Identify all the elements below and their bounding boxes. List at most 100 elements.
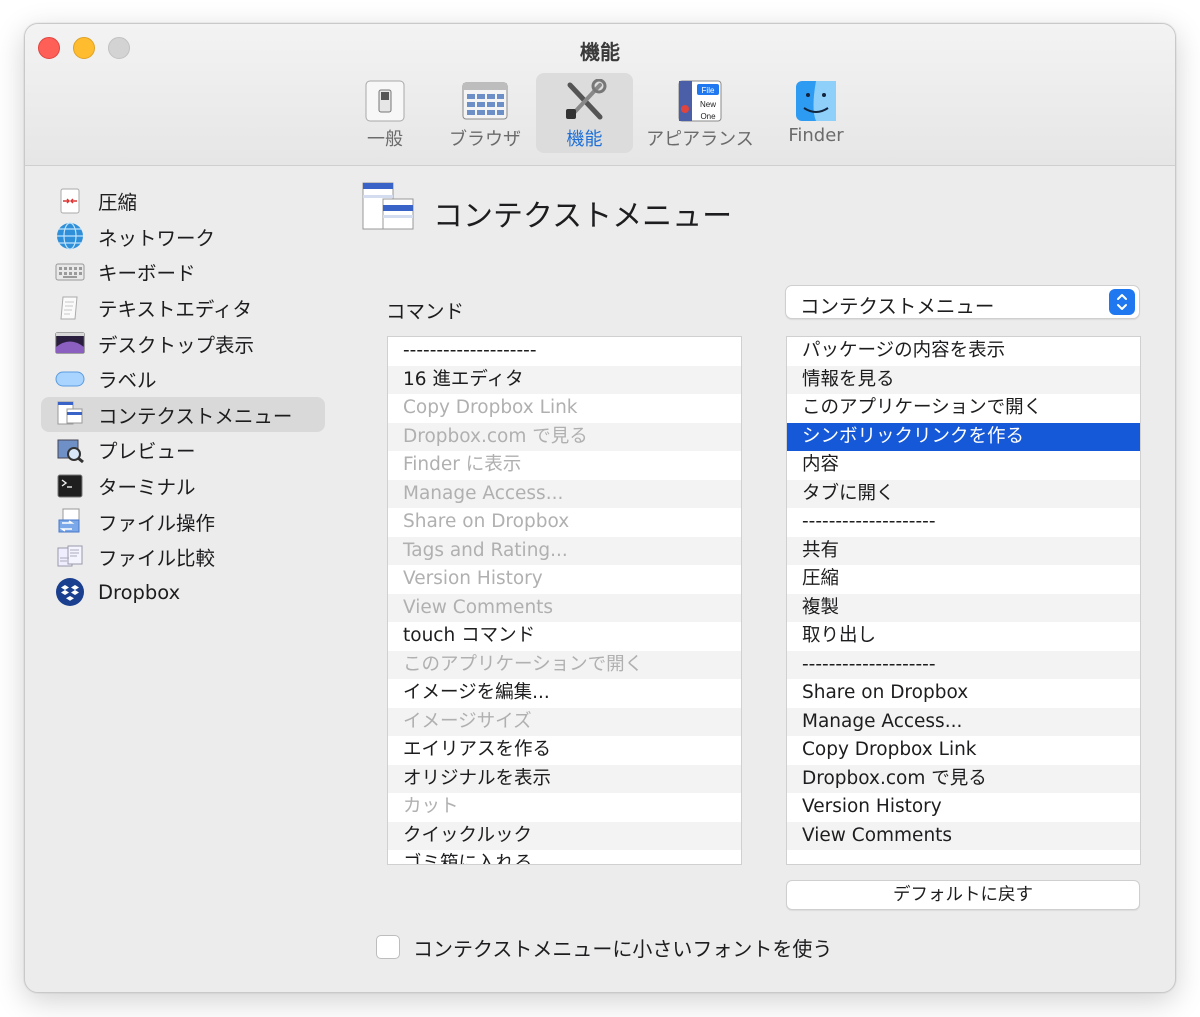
menu-items-list[interactable]: パッケージの内容を表示 情報を見る このアプリケーションで開く シンボリックリンクを作… — [786, 336, 1141, 865]
tools-icon — [562, 78, 608, 123]
reset-to-default-button[interactable]: デフォルトに戻す — [786, 880, 1140, 910]
terminal-icon — [55, 472, 85, 500]
sidebar-item-label: デスクトップ表示 — [98, 333, 255, 357]
sidebar-item-label: ラベル — [98, 369, 157, 393]
tab-appearance-label: アピアランス — [646, 129, 754, 150]
menu-select-value: コンテクストメニュー — [800, 295, 995, 318]
tab-appearance[interactable]: File New One アピアランス — [645, 73, 755, 153]
sidebar-item-dropbox[interactable]: Dropbox — [41, 575, 325, 611]
small-font-checkbox[interactable] — [376, 935, 400, 959]
sidebar-item-label: ファイル操作 — [98, 511, 216, 535]
svg-text:One: One — [700, 112, 716, 121]
sidebar-item-label: キーボード — [98, 262, 196, 286]
switch-icon — [362, 79, 408, 123]
list-item[interactable]: Manage Access... — [388, 479, 741, 508]
sidebar-item-compress[interactable]: 圧縮 — [41, 183, 325, 219]
feature-sidebar: 圧縮 ネットワーク キーボード テキストエディタ デスクトップ表示 ラベル コン… — [41, 183, 325, 610]
window-title: 機能 — [580, 40, 620, 64]
tab-general-label: 一般 — [367, 129, 403, 150]
list-item[interactable]: Copy Dropbox Link — [787, 736, 1140, 765]
text-editor-icon — [55, 294, 85, 322]
list-item[interactable]: Dropbox.com で見る — [388, 422, 741, 451]
svg-text:File: File — [702, 86, 715, 95]
sidebar-item-preview[interactable]: プレビュー — [41, 432, 325, 468]
list-item[interactable]: Tags and Rating... — [388, 536, 741, 565]
sidebar-item-label: Dropbox — [98, 580, 181, 604]
file-operation-icon — [55, 507, 85, 535]
preferences-window: 機能 一般 ブラウザ 機能 File New One アピアランス Finder… — [24, 23, 1176, 993]
list-item[interactable]: 取り出し — [787, 622, 1140, 651]
list-item[interactable]: Share on Dropbox — [388, 508, 741, 537]
list-item[interactable]: View Comments — [787, 821, 1140, 850]
commands-label: コマンド — [386, 300, 465, 323]
network-globe-icon — [55, 222, 85, 250]
sidebar-item-label: 圧縮 — [98, 191, 138, 215]
list-item[interactable]: -------------------- — [787, 650, 1140, 679]
list-item[interactable]: Version History — [787, 793, 1140, 822]
list-item[interactable]: Finder に表示 — [388, 451, 741, 480]
list-item[interactable]: Copy Dropbox Link — [388, 394, 741, 423]
list-item[interactable]: イメージサイズ — [388, 707, 741, 736]
chevron-up-down-icon — [1109, 289, 1135, 315]
list-item[interactable]: Share on Dropbox — [787, 679, 1140, 708]
list-item[interactable]: クイックルック — [388, 821, 741, 850]
list-item[interactable]: 情報を見る — [787, 365, 1140, 394]
context-menu-icon — [361, 181, 415, 239]
small-font-option[interactable]: コンテクストメニューに小さいフォントを使う — [376, 932, 832, 962]
list-item[interactable]: このアプリケーションで開く — [787, 394, 1140, 423]
tab-features[interactable]: 機能 — [536, 73, 633, 153]
keyboard-icon — [55, 258, 85, 286]
sidebar-item-network[interactable]: ネットワーク — [41, 219, 325, 255]
tab-finder[interactable]: Finder — [779, 73, 853, 153]
sidebar-item-desktop[interactable]: デスクトップ表示 — [41, 325, 325, 361]
tab-general[interactable]: 一般 — [361, 73, 409, 153]
list-item[interactable]: イメージを編集... — [388, 679, 741, 708]
list-item[interactable]: ゴミ箱に入れる — [388, 850, 741, 864]
list-item[interactable]: オリジナルを表示 — [388, 764, 741, 793]
sidebar-item-file-compare[interactable]: ファイル比較 — [41, 539, 325, 575]
list-item[interactable]: パッケージの内容を表示 — [787, 337, 1140, 366]
tab-browser-label: ブラウザ — [449, 129, 521, 150]
preferences-toolbar: 一般 ブラウザ 機能 File New One アピアランス Finder — [25, 73, 1175, 155]
list-item[interactable]: -------------------- — [388, 337, 741, 366]
sidebar-item-label: テキストエディタ — [98, 298, 253, 322]
list-item[interactable]: このアプリケーションで開く — [388, 650, 741, 679]
list-item[interactable]: エイリアスを作る — [388, 736, 741, 765]
list-item[interactable]: 内容 — [787, 451, 1140, 480]
sidebar-item-label: ファイル比較 — [98, 547, 216, 571]
panel-title: コンテクストメニュー — [433, 199, 733, 234]
file-compare-icon — [55, 543, 85, 571]
tab-features-label: 機能 — [566, 129, 603, 150]
commands-list[interactable]: -------------------- 16 進エディタ Copy Dropbox… — [387, 336, 742, 865]
preview-icon — [55, 436, 85, 464]
list-item[interactable]: 共有 — [787, 536, 1140, 565]
list-item[interactable]: touch コマンド — [388, 622, 741, 651]
list-item[interactable]: View Comments — [388, 593, 741, 622]
sidebar-item-terminal[interactable]: ターミナル — [41, 468, 325, 504]
list-item[interactable]: カット — [388, 793, 741, 822]
sidebar-item-file-operation[interactable]: ファイル操作 — [41, 503, 325, 539]
browser-window-icon — [462, 79, 508, 123]
preferences-content: 圧縮 ネットワーク キーボード テキストエディタ デスクトップ表示 ラベル コン… — [25, 167, 1175, 992]
compress-icon — [55, 187, 85, 215]
sidebar-item-label: ネットワーク — [98, 226, 216, 250]
tab-browser[interactable]: ブラウザ — [445, 73, 525, 153]
sidebar-item-text-editor[interactable]: テキストエディタ — [41, 290, 325, 326]
list-item[interactable]: シンボリックリンクを作る — [787, 422, 1140, 451]
list-item[interactable]: 16 進エディタ — [388, 365, 741, 394]
sidebar-item-label: ターミナル — [98, 476, 196, 500]
list-item[interactable]: タブに開く — [787, 479, 1140, 508]
sidebar-item-label-setting[interactable]: ラベル — [41, 361, 325, 397]
tab-finder-label: Finder — [788, 125, 844, 146]
list-item[interactable]: Manage Access... — [787, 707, 1140, 736]
list-item[interactable]: Dropbox.com で見る — [787, 764, 1140, 793]
list-item[interactable]: 複製 — [787, 593, 1140, 622]
sidebar-item-keyboard[interactable]: キーボード — [41, 254, 325, 290]
sidebar-item-context-menu[interactable]: コンテクストメニュー — [41, 396, 325, 433]
list-item[interactable]: Version History — [388, 565, 741, 594]
label-icon — [55, 365, 85, 393]
svg-text:New: New — [700, 100, 716, 109]
list-item[interactable]: 圧縮 — [787, 565, 1140, 594]
list-item[interactable]: -------------------- — [787, 508, 1140, 537]
menu-select[interactable]: コンテクストメニュー — [785, 285, 1140, 319]
